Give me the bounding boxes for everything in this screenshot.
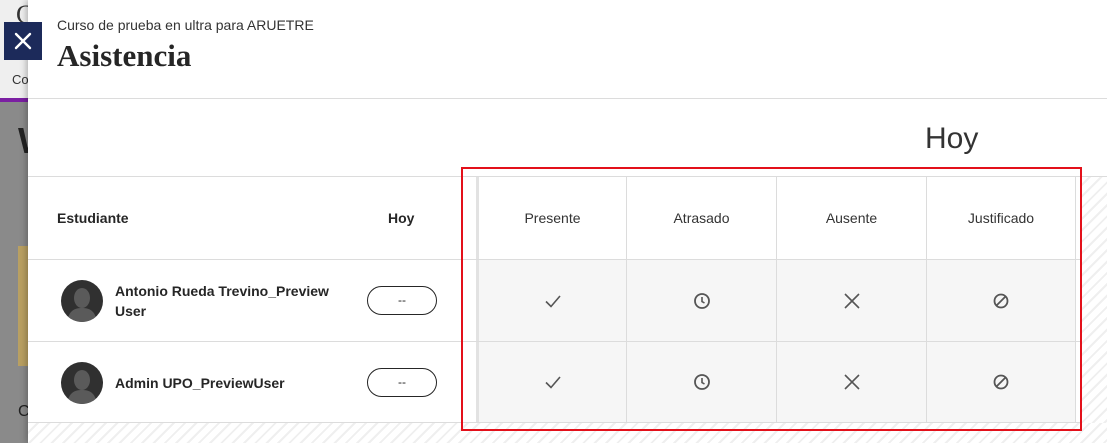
checkmark-icon[interactable] bbox=[543, 372, 563, 392]
status-header-present: Presente bbox=[476, 177, 626, 259]
mark-excused-cell[interactable] bbox=[926, 260, 1076, 341]
student-name[interactable]: Antonio Rueda Trevino_PreviewUser bbox=[115, 281, 330, 321]
mark-late-cell[interactable] bbox=[626, 342, 776, 422]
status-header-label: Atrasado bbox=[673, 210, 730, 226]
avatar bbox=[61, 362, 103, 404]
clock-icon[interactable] bbox=[692, 291, 712, 311]
close-button[interactable] bbox=[4, 22, 42, 60]
user-silhouette-icon bbox=[67, 288, 97, 322]
mark-present-cell[interactable] bbox=[476, 260, 626, 341]
page-title: Asistencia bbox=[57, 38, 192, 73]
mark-late-cell[interactable] bbox=[626, 260, 776, 341]
prohibited-icon[interactable] bbox=[991, 291, 1011, 311]
today-attendance-dropdown[interactable]: -- bbox=[367, 368, 437, 397]
mark-absent-cell[interactable] bbox=[776, 342, 926, 422]
attendance-panel: Curso de prueba en ultra para ARUETRE As… bbox=[28, 0, 1107, 443]
mark-present-cell[interactable] bbox=[476, 342, 626, 422]
x-icon[interactable] bbox=[842, 372, 862, 392]
status-header-label: Justificado bbox=[967, 210, 1035, 226]
bottom-hatch-area bbox=[28, 423, 1107, 443]
course-name: Curso de prueba en ultra para ARUETRE bbox=[57, 17, 314, 33]
status-header-excused: Justificado bbox=[926, 177, 1076, 259]
scroll-hatch-area bbox=[1080, 177, 1107, 443]
status-header-label: Ausente bbox=[825, 210, 878, 226]
clock-icon[interactable] bbox=[692, 372, 712, 392]
attendance-table: Estudiante Hoy Presente Atrasado Ausente… bbox=[28, 176, 1107, 423]
close-icon bbox=[14, 32, 32, 50]
date-heading: Hoy bbox=[925, 122, 979, 155]
status-header-absent: Ausente bbox=[776, 177, 926, 259]
user-silhouette-icon bbox=[67, 370, 97, 404]
avatar bbox=[61, 280, 103, 322]
student-column-header: Estudiante bbox=[57, 210, 129, 226]
today-column-header: Hoy bbox=[388, 210, 415, 226]
today-attendance-dropdown[interactable]: -- bbox=[367, 286, 437, 315]
status-header-late: Atrasado bbox=[626, 177, 776, 259]
table-row: Antonio Rueda Trevino_PreviewUser -- bbox=[28, 260, 1107, 342]
status-header-label: Presente bbox=[524, 210, 581, 226]
table-header-row: Estudiante Hoy Presente Atrasado Ausente… bbox=[28, 177, 1107, 260]
panel-header: Curso de prueba en ultra para ARUETRE As… bbox=[28, 0, 1107, 99]
mark-absent-cell[interactable] bbox=[776, 260, 926, 341]
prohibited-icon[interactable] bbox=[991, 372, 1011, 392]
table-row: Admin UPO_PreviewUser -- bbox=[28, 342, 1107, 423]
background-tab-fragment: Co bbox=[12, 72, 29, 87]
student-name[interactable]: Admin UPO_PreviewUser bbox=[115, 373, 330, 393]
checkmark-icon[interactable] bbox=[543, 291, 563, 311]
x-icon[interactable] bbox=[842, 291, 862, 311]
mark-excused-cell[interactable] bbox=[926, 342, 1076, 422]
